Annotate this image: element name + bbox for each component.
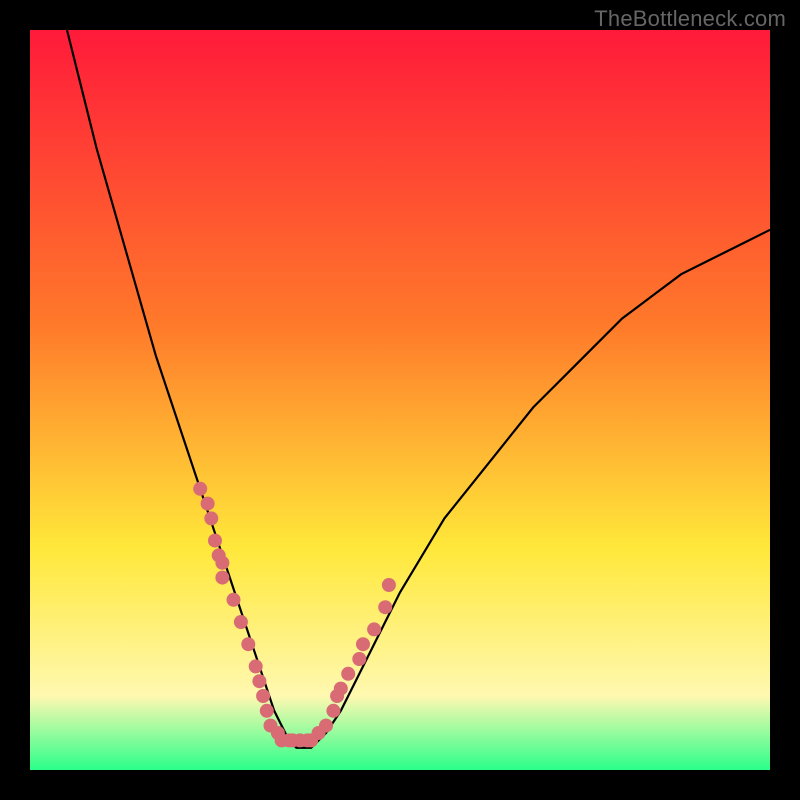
sample-dot [249,659,263,673]
sample-dot [208,534,222,548]
sample-dot [215,556,229,570]
sample-dot [356,637,370,651]
chart-plot-area [30,30,770,770]
sample-dot [201,497,215,511]
sample-dot [241,637,255,651]
chart-background [30,30,770,770]
sample-dot [341,667,355,681]
sample-dot [367,622,381,636]
sample-dot [326,704,340,718]
sample-dot [382,578,396,592]
sample-dot [193,482,207,496]
sample-dot [378,600,392,614]
sample-dot [234,615,248,629]
sample-dot [319,719,333,733]
sample-dot [227,593,241,607]
bottleneck-curve-chart [30,30,770,770]
sample-dot [215,571,229,585]
sample-dot [260,704,274,718]
sample-dot [252,674,266,688]
watermark-text: TheBottleneck.com [594,6,786,32]
sample-dot [256,689,270,703]
sample-dot [204,511,218,525]
sample-dot [352,652,366,666]
sample-dot [334,682,348,696]
